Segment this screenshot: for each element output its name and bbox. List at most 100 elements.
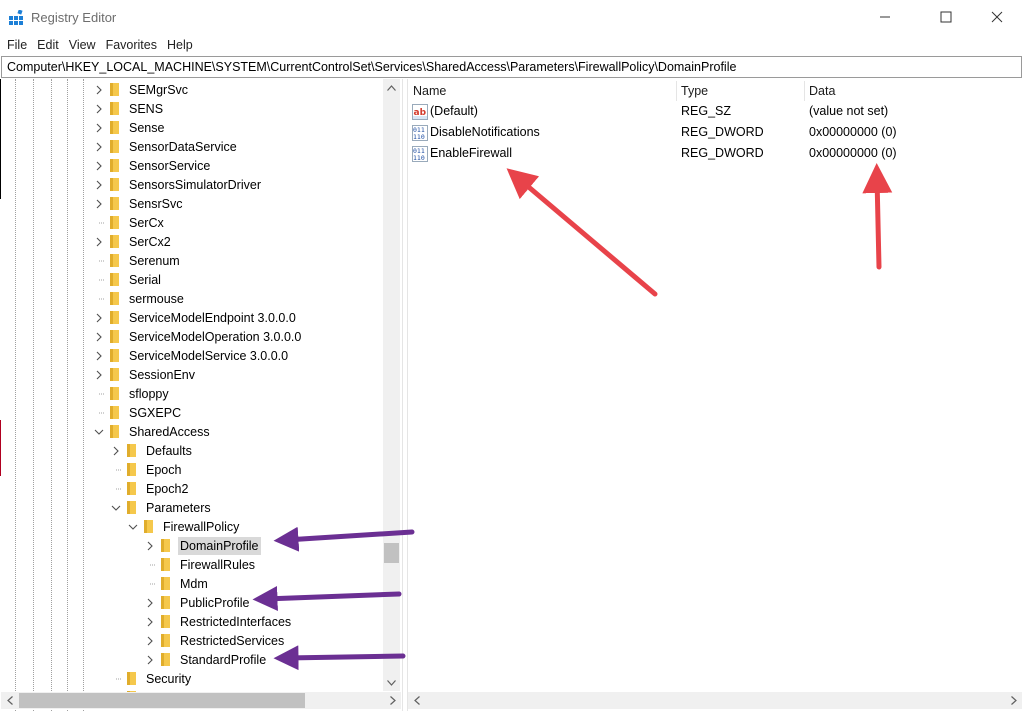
chevron-right-icon: [389, 696, 396, 705]
tree-connector: [110, 464, 122, 476]
tree-item[interactable]: sfloppy: [93, 384, 171, 403]
tree-connector: [110, 673, 122, 685]
tree-item[interactable]: SharedAccess: [93, 422, 212, 441]
menu-favorites[interactable]: Favorites: [101, 35, 162, 55]
menu-file[interactable]: File: [2, 35, 32, 55]
tree-item[interactable]: ServiceModelService 3.0.0.0: [93, 346, 290, 365]
tree-item[interactable]: FirewallRules: [144, 555, 257, 574]
value-row[interactable]: 011 110 EnableFirewall REG_DWORD 0x00000…: [408, 143, 1022, 164]
tree-item[interactable]: Sense: [93, 118, 166, 137]
chevron-right-icon[interactable]: [93, 103, 105, 115]
tree-item[interactable]: Serenum: [93, 251, 182, 270]
scroll-thumb[interactable]: [19, 693, 305, 708]
folder-icon: [109, 424, 123, 439]
chevron-down-icon[interactable]: [110, 502, 122, 514]
binary-value-icon: 011 110: [412, 125, 428, 141]
chevron-right-icon[interactable]: [144, 616, 156, 628]
tree-item[interactable]: RestrictedServices: [144, 631, 286, 650]
tree-item-label: SensrSvc: [129, 196, 183, 211]
tree-item[interactable]: SGXEPC: [93, 403, 183, 422]
tree-item-label: Defaults: [146, 443, 192, 458]
tree-item[interactable]: SENS: [93, 99, 165, 118]
key-tree[interactable]: SEMgrSvc SENS Sense SensorDataService Sensor…: [1, 79, 402, 711]
column-header-name[interactable]: Name: [408, 81, 676, 101]
tree-item[interactable]: StandardProfile: [144, 650, 268, 669]
value-row[interactable]: 011 110 DisableNotifications REG_DWORD 0…: [408, 122, 1022, 143]
tree-connector: [110, 483, 122, 495]
chevron-right-icon[interactable]: [93, 312, 105, 324]
scroll-thumb[interactable]: [384, 543, 399, 563]
tree-item[interactable]: PublicProfile: [144, 593, 251, 612]
tree-item[interactable]: SensrSvc: [93, 194, 185, 213]
chevron-right-icon[interactable]: [93, 198, 105, 210]
minimize-button[interactable]: [862, 0, 908, 34]
tree-item-label: Serial: [129, 272, 161, 287]
value-type: REG_DWORD: [681, 125, 764, 139]
folder-icon: [109, 120, 123, 135]
tree-item[interactable]: ServiceModelEndpoint 3.0.0.0: [93, 308, 298, 327]
folder-icon: [109, 253, 123, 268]
tree-horizontal-scrollbar[interactable]: [1, 692, 401, 709]
tree-item[interactable]: FirewallPolicy: [127, 517, 241, 536]
chevron-right-icon[interactable]: [93, 122, 105, 134]
tree-connector: [93, 388, 105, 400]
folder-icon: [109, 405, 123, 420]
tree-item[interactable]: SEMgrSvc: [93, 80, 190, 99]
tree-item-label: sermouse: [129, 291, 184, 306]
menu-help[interactable]: Help: [162, 35, 198, 55]
tree-guide-line: [67, 79, 68, 711]
list-horizontal-scrollbar[interactable]: [408, 692, 1022, 709]
chevron-right-icon[interactable]: [110, 445, 122, 457]
tree-item[interactable]: Serial: [93, 270, 163, 289]
tree-item[interactable]: Epoch2: [110, 479, 190, 498]
chevron-right-icon[interactable]: [93, 331, 105, 343]
value-list[interactable]: Name Type Data ab (Default) REG_SZ (valu…: [408, 79, 1022, 692]
tree-item[interactable]: SerCx2: [93, 232, 173, 251]
chevron-right-icon[interactable]: [93, 179, 105, 191]
tree-item[interactable]: ServiceModelOperation 3.0.0.0: [93, 327, 303, 346]
tree-item[interactable]: SensorsSimulatorDriver: [93, 175, 263, 194]
tree-vertical-scrollbar[interactable]: [383, 79, 400, 691]
tree-item-label: FirewallPolicy: [163, 519, 240, 534]
column-header-type[interactable]: Type: [676, 81, 804, 101]
scroll-down-button[interactable]: [383, 674, 400, 691]
address-bar[interactable]: Computer\HKEY_LOCAL_MACHINE\SYSTEM\Curre…: [1, 56, 1022, 78]
tree-item[interactable]: DomainProfile: [144, 536, 261, 555]
chevron-right-icon[interactable]: [144, 654, 156, 666]
tree-item[interactable]: SensorDataService: [93, 137, 239, 156]
tree-item[interactable]: SensorService: [93, 156, 212, 175]
maximize-button[interactable]: [923, 0, 969, 34]
tree-item[interactable]: Epoch: [110, 460, 183, 479]
folder-icon: [160, 538, 174, 553]
scroll-left-button[interactable]: [408, 692, 425, 709]
column-header-data[interactable]: Data: [804, 81, 1022, 101]
chevron-down-icon[interactable]: [93, 426, 105, 438]
tree-item[interactable]: Defaults: [110, 441, 194, 460]
scroll-right-button[interactable]: [384, 692, 401, 709]
tree-item[interactable]: SerCx: [93, 213, 166, 232]
tree-item[interactable]: sermouse: [93, 289, 186, 308]
value-row[interactable]: ab (Default) REG_SZ (value not set): [408, 101, 1022, 122]
tree-item[interactable]: Mdm: [144, 574, 210, 593]
chevron-right-icon[interactable]: [93, 350, 105, 362]
chevron-right-icon[interactable]: [93, 84, 105, 96]
scroll-right-button[interactable]: [1005, 692, 1022, 709]
chevron-right-icon[interactable]: [93, 141, 105, 153]
tree-item[interactable]: Security: [110, 669, 193, 688]
tree-item[interactable]: Parameters: [110, 498, 213, 517]
scroll-left-button[interactable]: [1, 692, 18, 709]
chevron-right-icon[interactable]: [144, 635, 156, 647]
chevron-right-icon[interactable]: [93, 369, 105, 381]
chevron-right-icon[interactable]: [144, 540, 156, 552]
chevron-right-icon[interactable]: [93, 160, 105, 172]
string-value-icon: ab: [412, 104, 428, 120]
menu-view[interactable]: View: [64, 35, 101, 55]
tree-item[interactable]: RestrictedInterfaces: [144, 612, 293, 631]
chevron-right-icon[interactable]: [144, 597, 156, 609]
tree-item[interactable]: SessionEnv: [93, 365, 197, 384]
scroll-up-button[interactable]: [383, 79, 400, 96]
chevron-down-icon[interactable]: [127, 521, 139, 533]
close-button[interactable]: [974, 0, 1020, 34]
chevron-right-icon[interactable]: [93, 236, 105, 248]
menu-edit[interactable]: Edit: [32, 35, 64, 55]
